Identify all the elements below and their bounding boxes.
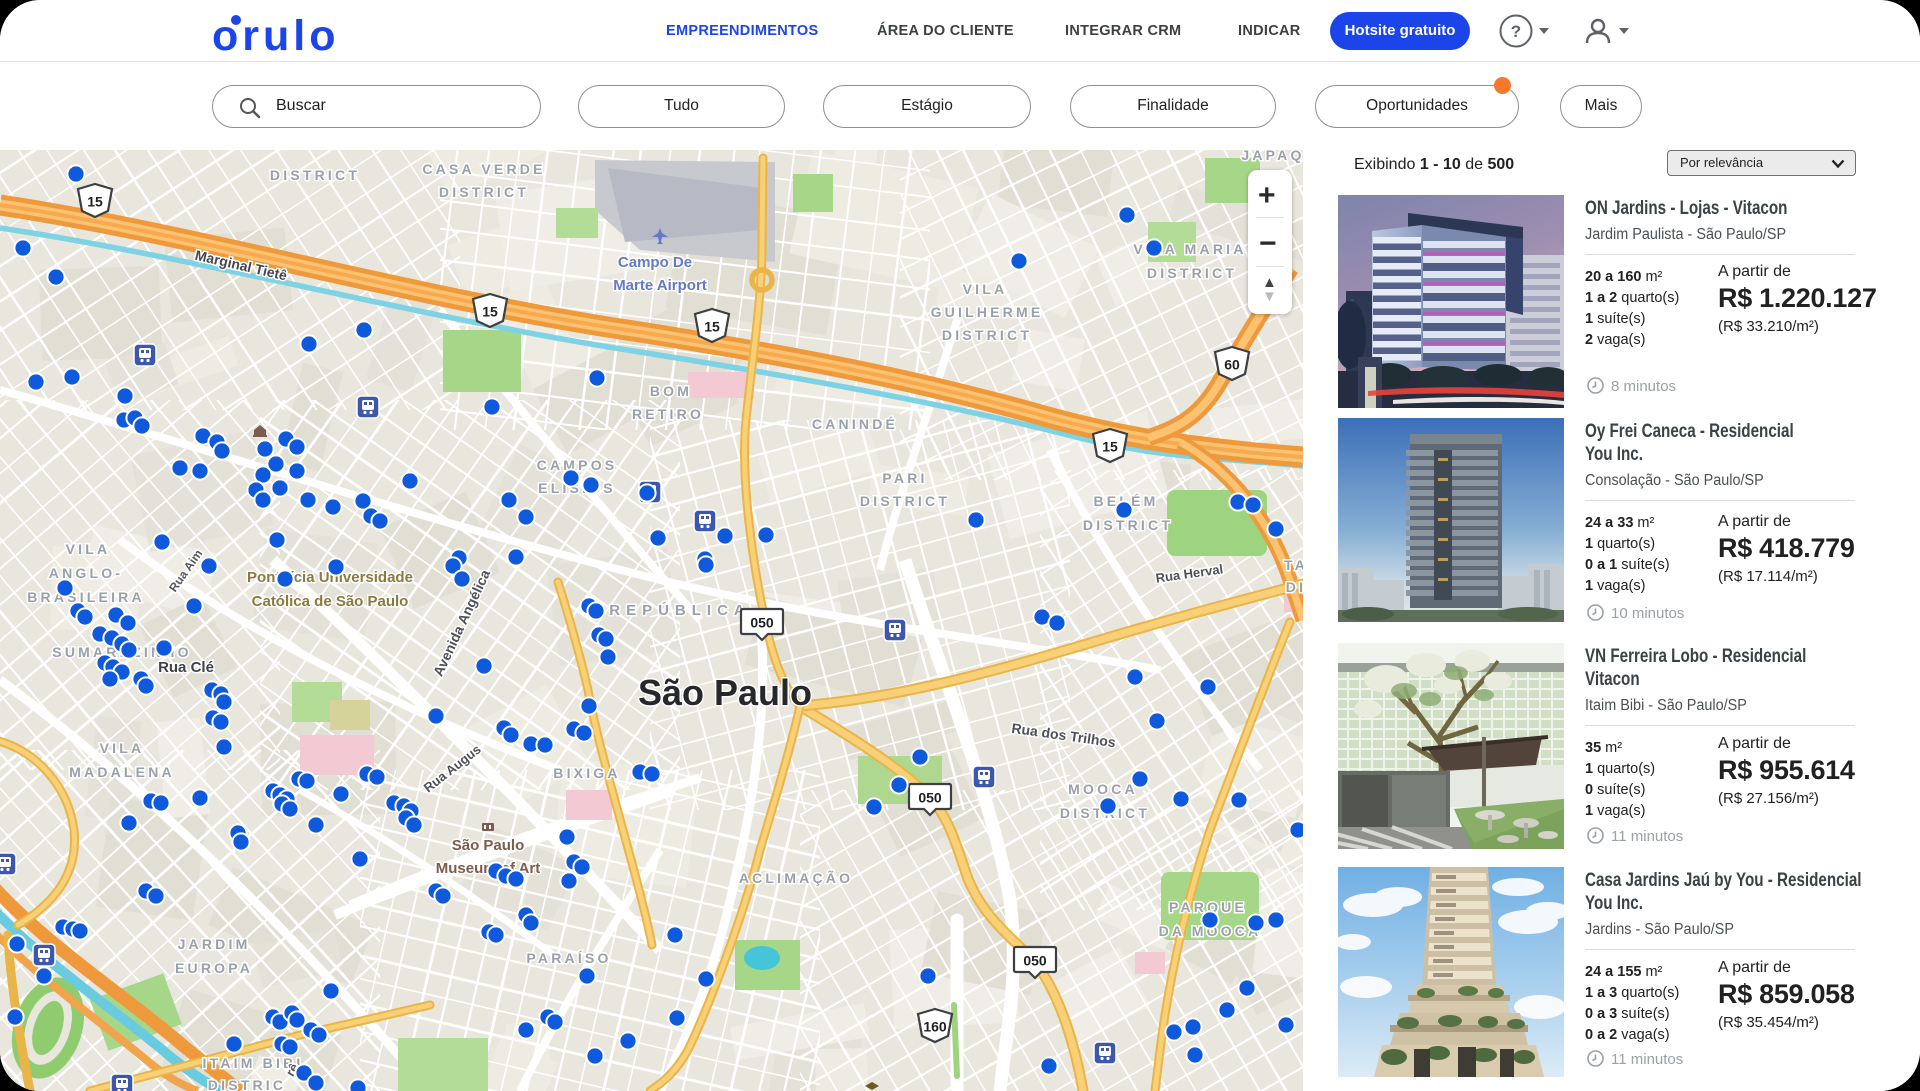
svg-text:Campo De: Campo De xyxy=(618,254,692,271)
svg-text:DISTRICT: DISTRICT xyxy=(439,184,529,200)
svg-text:VILA: VILA xyxy=(963,281,1008,297)
svg-text:MOOCA: MOOCA xyxy=(1068,781,1138,797)
svg-text:15: 15 xyxy=(482,304,498,320)
svg-text:GUILHERME: GUILHERME xyxy=(931,304,1044,320)
svg-text:DISTRICT: DISTRICT xyxy=(270,167,360,183)
svg-text:15: 15 xyxy=(704,319,720,335)
svg-text:RETIRO: RETIRO xyxy=(632,406,704,422)
svg-text:São Paulo: São Paulo xyxy=(638,672,812,713)
svg-text:EUROPA: EUROPA xyxy=(175,960,253,976)
svg-text:CASA VERDE: CASA VERDE xyxy=(422,161,545,177)
svg-text:Rua Clé: Rua Clé xyxy=(158,659,214,676)
svg-text:050: 050 xyxy=(1023,953,1047,969)
svg-text:ACLIMAÇÃO: ACLIMAÇÃO xyxy=(739,869,853,886)
svg-text:Marte Airport: Marte Airport xyxy=(613,277,707,294)
svg-text:Católica de São Paulo: Católica de São Paulo xyxy=(252,593,409,610)
svg-text:São Paulo: São Paulo xyxy=(452,837,525,854)
svg-text:DISTRICT: DISTRICT xyxy=(1083,517,1173,533)
svg-text:DISTRIC: DISTRIC xyxy=(208,1077,286,1091)
svg-text:TA: TA xyxy=(1284,557,1303,573)
svg-text:ANGLO-: ANGLO- xyxy=(49,565,123,581)
svg-text:BOM: BOM xyxy=(650,383,692,399)
svg-text:REPÚBLICA: REPÚBLICA xyxy=(609,601,751,619)
svg-text:PARAÍSO: PARAÍSO xyxy=(526,950,611,966)
svg-text:DISTRICT: DISTRICT xyxy=(860,493,950,509)
svg-text:VILA: VILA xyxy=(66,541,111,557)
svg-text:BIXIGA: BIXIGA xyxy=(553,765,620,781)
svg-text:050: 050 xyxy=(918,790,942,806)
svg-text:JARDIM: JARDIM xyxy=(178,936,251,952)
svg-text:JAPAQ: JAPAQ xyxy=(1241,150,1303,163)
svg-text:160: 160 xyxy=(923,1019,947,1035)
svg-text:DI: DI xyxy=(1286,579,1303,595)
svg-text:15: 15 xyxy=(87,194,103,210)
svg-text:VILA: VILA xyxy=(100,740,145,756)
svg-text:DISTRICT: DISTRICT xyxy=(942,327,1032,343)
svg-text:?: ? xyxy=(1511,22,1521,41)
svg-text:15: 15 xyxy=(1102,439,1118,455)
svg-text:DISTRICT: DISTRICT xyxy=(1147,265,1237,281)
svg-text:MADALENA: MADALENA xyxy=(69,764,175,780)
svg-text:BRASILEIRA: BRASILEIRA xyxy=(27,589,145,605)
svg-text:60: 60 xyxy=(1224,357,1240,373)
svg-text:PARI: PARI xyxy=(882,470,927,486)
svg-text:050: 050 xyxy=(750,615,774,631)
svg-text:CANINDÉ: CANINDÉ xyxy=(812,416,898,432)
